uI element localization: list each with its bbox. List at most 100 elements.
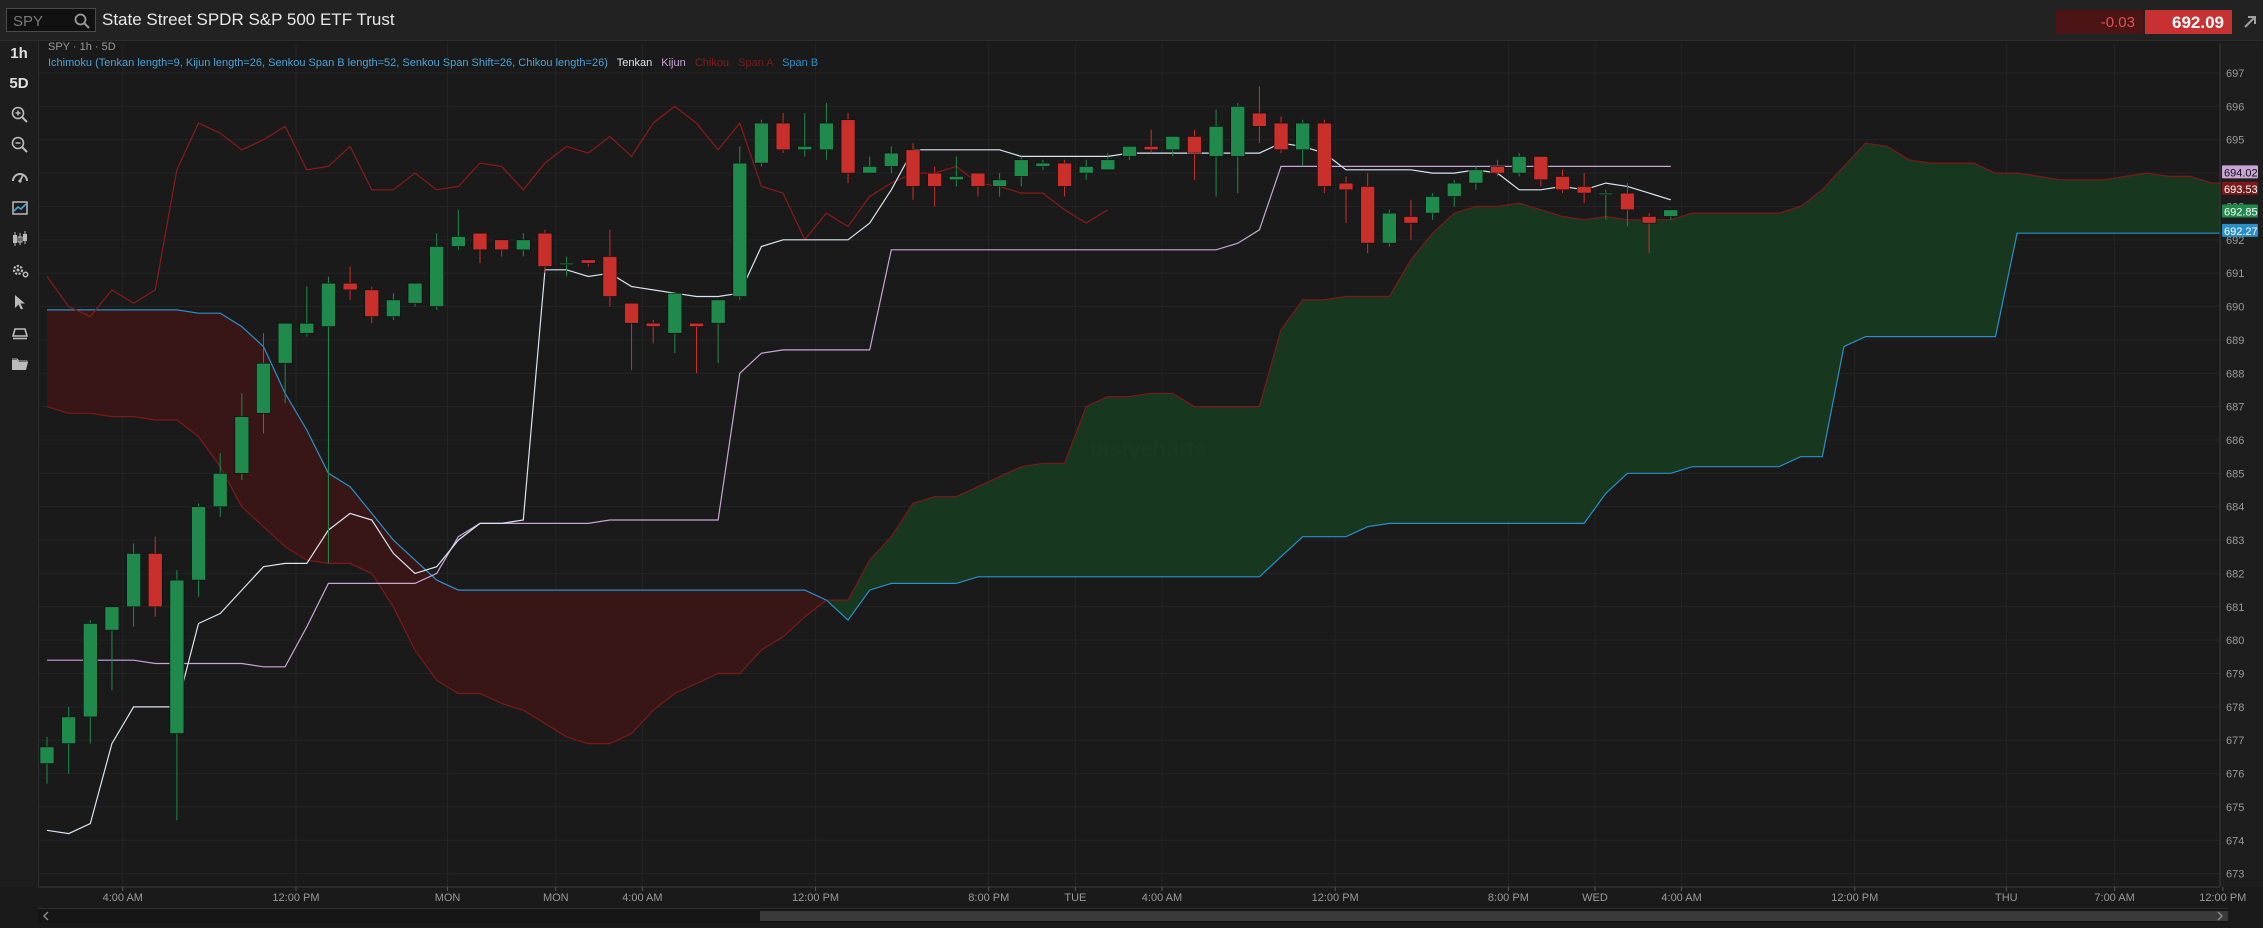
instrument-name: State Street SPDR S&P 500 ETF Trust [102, 10, 395, 29]
price-tick-label: 687 [2226, 402, 2244, 414]
time-tick-label: WED [1582, 892, 1608, 904]
price-tick-label: 678 [2226, 702, 2244, 714]
time-tick-label: 12:00 PM [1831, 892, 1878, 904]
price-tick-label: 677 [2226, 735, 2244, 747]
time-tick-label: THU [1995, 892, 2018, 904]
time-tick-label: 12:00 PM [1312, 892, 1359, 904]
candle-body [256, 362, 271, 414]
candle-body [970, 172, 986, 187]
settings-icon[interactable] [10, 260, 30, 280]
candle-body [472, 232, 488, 251]
candle-body [1446, 182, 1462, 197]
candle-body [884, 152, 899, 167]
candle-body [559, 262, 574, 265]
candle-body [1555, 176, 1570, 191]
symbol-input[interactable] [13, 12, 73, 30]
chart-canvas[interactable]: tastycharts 6736746756766776786796806816… [0, 0, 2263, 928]
candle-body [1100, 159, 1116, 171]
candle-body [1382, 212, 1397, 244]
price-tick-label: 688 [2226, 368, 2244, 380]
candle-body [840, 119, 856, 174]
time-tick-label: 4:00 AM [103, 892, 143, 904]
candle-body [1620, 192, 1635, 211]
price-tick-label: 695 [2226, 135, 2244, 147]
zoom-in-icon[interactable] [10, 105, 30, 125]
candle-body [927, 172, 942, 187]
chart-toolbar: 1h 5D [0, 41, 39, 887]
price-tick-label: 684 [2226, 502, 2244, 514]
candle-body [299, 322, 315, 334]
header-bar: State Street SPDR S&P 500 ETF Trust -0.0… [0, 0, 2263, 41]
candle-body [515, 239, 531, 251]
price-tick-label: 686 [2226, 435, 2244, 447]
price-axis[interactable]: 673 674 675 676 677 678 679 680 681 682 683 684 685 6… [2219, 43, 2263, 887]
candle-body [104, 606, 120, 631]
gauge-icon[interactable] [10, 167, 30, 187]
candle-body [1122, 146, 1137, 157]
range-button[interactable]: 5D [0, 75, 38, 92]
candle-body [905, 149, 921, 187]
candle-body [1403, 216, 1419, 224]
candle-body [1187, 136, 1202, 154]
time-tick-label: MON [543, 892, 569, 904]
candle-body [342, 282, 358, 291]
candle-body [429, 246, 445, 307]
interval-button[interactable]: 1h [0, 45, 38, 62]
time-tick-label: 8:00 PM [1488, 892, 1529, 904]
candle-body [126, 553, 141, 608]
legend-study: Ichimoku (Tenkan length=9, Kijun length=… [48, 57, 608, 69]
candle-body [39, 746, 55, 764]
candle-body [1468, 169, 1484, 184]
candle-body [1576, 186, 1592, 194]
drawing-tools-icon[interactable] [10, 323, 30, 343]
scroll-right-icon[interactable] [2214, 910, 2226, 922]
candle-body [710, 299, 726, 324]
legend-span-a: Span A [738, 57, 774, 69]
studies-icon[interactable] [10, 198, 30, 218]
scroll-left-icon[interactable] [40, 910, 52, 922]
time-tick-label: 7:00 AM [2094, 892, 2134, 904]
candle-body [1663, 209, 1679, 217]
candle-body [386, 299, 401, 317]
price-tick-label: 691 [2226, 268, 2244, 280]
search-icon[interactable] [73, 12, 91, 30]
time-axis[interactable]: 4:00 AM 12:00 PM MON MON 4:00 AM 12:00 PM 8:00… [38, 886, 2246, 907]
cursor-icon[interactable] [10, 292, 30, 312]
time-axis-bg [38, 887, 2220, 907]
zoom-out-icon[interactable] [10, 135, 30, 155]
legend-kijun: Kijun [661, 57, 685, 69]
symbol-search-box[interactable] [6, 8, 96, 32]
candle-body [191, 506, 206, 581]
legend-chikou: Chikou [695, 57, 729, 69]
price-tick-label: 690 [2226, 302, 2244, 314]
candle-body [1035, 162, 1051, 167]
candle-body [1013, 159, 1029, 177]
legend-span-b: Span B [782, 57, 818, 69]
scrollbar-thumb[interactable] [760, 911, 2228, 921]
price-tick-label: 683 [2226, 535, 2244, 547]
study-legend: Ichimoku (Tenkan length=9, Kijun length=… [48, 57, 818, 69]
candle-body [1252, 112, 1267, 127]
folder-icon[interactable] [10, 354, 30, 374]
candle-body [602, 256, 618, 297]
time-tick-label: MON [435, 892, 461, 904]
time-tick-label: 4:00 AM [622, 892, 662, 904]
horizontal-scrollbar[interactable] [38, 908, 2228, 923]
time-tick-label: 4:00 AM [1142, 892, 1182, 904]
candle-body [61, 716, 76, 744]
candle-body [537, 232, 553, 267]
candle-body [1317, 122, 1332, 187]
candle-body [169, 579, 185, 734]
price-marker-label: 693.53 [2224, 184, 2258, 196]
candle-body [624, 302, 639, 324]
expand-icon[interactable] [2240, 12, 2260, 32]
price-tick-label: 682 [2226, 568, 2244, 580]
candle-body [451, 236, 466, 247]
candle-body [1598, 192, 1614, 195]
chart-type-icon[interactable] [10, 229, 30, 249]
price-marker-label: 694.02 [2224, 167, 2258, 179]
price-tick-label: 685 [2226, 468, 2244, 480]
candle-body [992, 179, 1007, 187]
candle-body [364, 289, 380, 317]
candle-body [277, 322, 293, 364]
